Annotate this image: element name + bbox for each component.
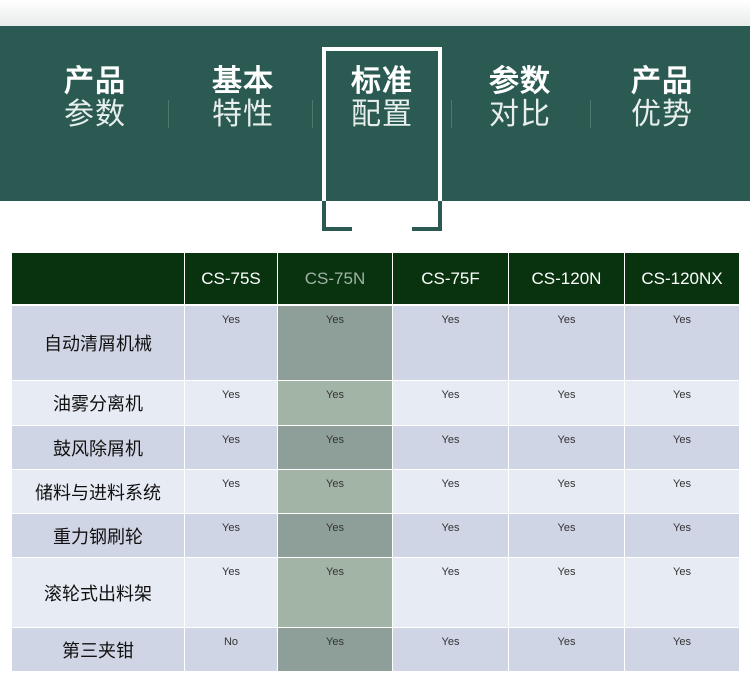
feature-cell: 自动清屑机械 — [12, 306, 185, 381]
table-header-cell: CS-75S — [185, 253, 278, 306]
value-cell: Yes — [278, 470, 393, 514]
value-cell: Yes — [185, 514, 278, 558]
value-cell: Yes — [625, 628, 739, 672]
value-cell: Yes — [393, 470, 509, 514]
value-cell: Yes — [393, 306, 509, 381]
table-header-cell: CS-120NX — [625, 253, 739, 306]
value-cell: Yes — [185, 381, 278, 426]
nav-item-title: 产品 — [64, 64, 126, 99]
nav-item-title: 基本 — [212, 64, 274, 99]
nav-item-basic-features[interactable]: 基本 特性 — [188, 66, 298, 132]
nav-item-product-advantages[interactable]: 产品 优势 — [607, 66, 717, 132]
active-frame-bottom-left — [322, 227, 352, 231]
table-row: 第三夹钳 No Yes Yes Yes Yes — [12, 628, 739, 672]
value-cell: Yes — [185, 470, 278, 514]
feature-cell: 滚轮式出料架 — [12, 558, 185, 628]
value-cell: Yes — [625, 558, 739, 628]
value-cell: Yes — [393, 558, 509, 628]
value-cell: Yes — [625, 514, 739, 558]
config-table: CS-75S CS-75N CS-75F CS-120N CS-120NX 自动… — [12, 253, 739, 672]
nav-item-title: 产品 — [631, 64, 693, 99]
value-cell: Yes — [509, 306, 625, 381]
table-header-cell: CS-75F — [393, 253, 509, 306]
value-cell: Yes — [625, 306, 739, 381]
value-cell: Yes — [393, 514, 509, 558]
nav-item-subtitle: 配置 — [351, 97, 413, 132]
feature-cell: 油雾分离机 — [12, 381, 185, 426]
value-cell: Yes — [509, 558, 625, 628]
value-cell: Yes — [509, 426, 625, 470]
value-cell: Yes — [185, 558, 278, 628]
value-cell: Yes — [509, 514, 625, 558]
value-cell: Yes — [278, 381, 393, 426]
nav-separator — [312, 100, 313, 128]
value-cell: Yes — [509, 470, 625, 514]
value-cell: No — [185, 628, 278, 672]
nav-item-product-params[interactable]: 产品 参数 — [40, 66, 150, 132]
nav-item-title: 标准 — [351, 64, 413, 99]
nav-item-title: 参数 — [489, 64, 551, 99]
value-cell: Yes — [278, 426, 393, 470]
nav-separator — [168, 100, 169, 128]
table-header-cell: CS-120N — [509, 253, 625, 306]
nav-item-subtitle: 优势 — [631, 97, 693, 132]
table-row: 储料与进料系统 Yes Yes Yes Yes Yes — [12, 470, 739, 514]
value-cell: Yes — [278, 558, 393, 628]
value-cell: Yes — [278, 306, 393, 381]
active-frame-lower-right — [438, 201, 442, 231]
nav-separator — [590, 100, 591, 128]
table-row: 滚轮式出料架 Yes Yes Yes Yes Yes — [12, 558, 739, 628]
value-cell: Yes — [625, 470, 739, 514]
value-cell: Yes — [278, 628, 393, 672]
value-cell: Yes — [393, 381, 509, 426]
nav-item-standard-config[interactable]: 标准 配置 — [327, 66, 437, 132]
nav-separator — [451, 100, 452, 128]
table-header-row: CS-75S CS-75N CS-75F CS-120N CS-120NX — [12, 253, 739, 306]
active-frame-lower-left — [322, 201, 326, 231]
active-frame-gap — [326, 201, 438, 227]
value-cell: Yes — [509, 381, 625, 426]
table-header-cell — [12, 253, 185, 306]
value-cell: Yes — [278, 514, 393, 558]
nav-item-subtitle: 特性 — [212, 97, 274, 132]
nav-item-param-compare[interactable]: 参数 对比 — [465, 66, 575, 132]
feature-cell: 鼓风除屑机 — [12, 426, 185, 470]
value-cell: Yes — [185, 426, 278, 470]
table-row: 重力钢刷轮 Yes Yes Yes Yes Yes — [12, 514, 739, 558]
value-cell: Yes — [393, 628, 509, 672]
feature-cell: 第三夹钳 — [12, 628, 185, 672]
feature-cell: 储料与进料系统 — [12, 470, 185, 514]
value-cell: Yes — [509, 628, 625, 672]
value-cell: Yes — [185, 306, 278, 381]
table-row: 自动清屑机械 Yes Yes Yes Yes Yes — [12, 306, 739, 381]
value-cell: Yes — [393, 426, 509, 470]
value-cell: Yes — [625, 426, 739, 470]
nav-item-subtitle: 对比 — [489, 97, 551, 132]
feature-cell: 重力钢刷轮 — [12, 514, 185, 558]
table-row: 鼓风除屑机 Yes Yes Yes Yes Yes — [12, 426, 739, 470]
table-header-cell-highlight: CS-75N — [278, 253, 393, 306]
nav-item-subtitle: 参数 — [64, 97, 126, 132]
top-fade — [0, 0, 750, 26]
table-row: 油雾分离机 Yes Yes Yes Yes Yes — [12, 381, 739, 426]
value-cell: Yes — [625, 381, 739, 426]
